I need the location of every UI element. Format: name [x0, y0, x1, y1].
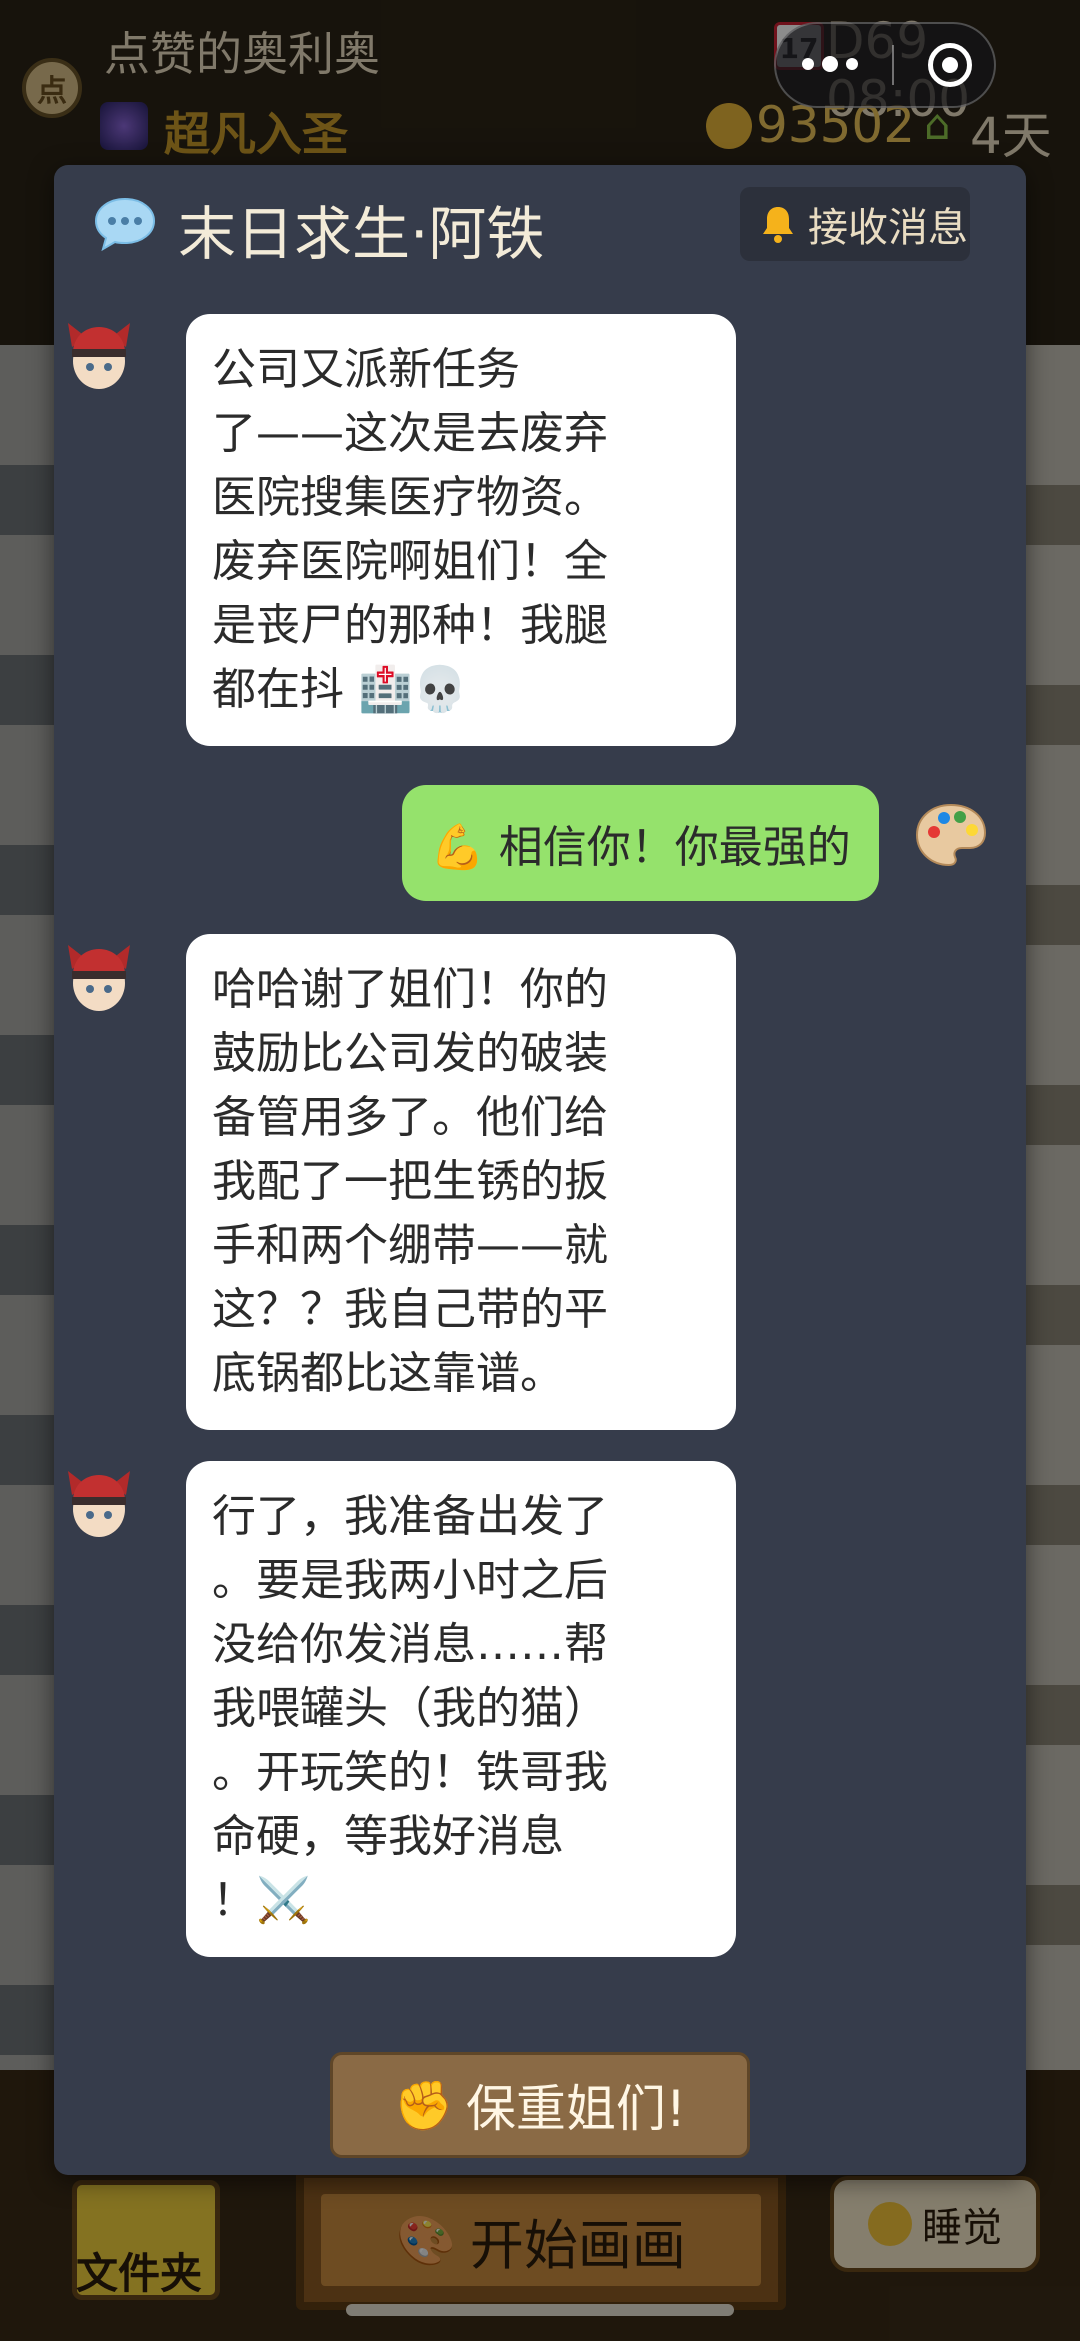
- miniprogram-capsule: [774, 22, 996, 108]
- raised-fist-icon: ✊: [394, 2077, 454, 2134]
- capsule-divider: [892, 45, 894, 85]
- npc-message-bubble: 行了，我准备出发了 。要是我两小时之后 没给你发消息……帮 我喂罐头（我的猫） …: [186, 1461, 736, 1957]
- npc-avatar[interactable]: [64, 317, 134, 395]
- my-message-bubble: 💪 相信你！你最强的: [402, 785, 879, 901]
- npc-message-bubble: 哈哈谢了姐们！你的 鼓励比公司发的破装 备管用多了。他们给 我配了一把生锈的扳 …: [186, 934, 736, 1430]
- close-icon[interactable]: [928, 43, 972, 87]
- more-icon[interactable]: [802, 56, 858, 72]
- npc-message-bubble: 公司又派新任务 了——这次是去废弃 医院搜集医疗物资。 废弃医院啊姐们！全 是丧…: [186, 314, 736, 746]
- palette-avatar-icon[interactable]: [914, 802, 988, 868]
- reply-option-label: 保重姐们!: [465, 2080, 686, 2138]
- message-list[interactable]: 公司又派新任务 了——这次是去废弃 医院搜集医疗物资。 废弃医院啊姐们！全 是丧…: [54, 165, 1026, 2045]
- npc-avatar[interactable]: [64, 1465, 134, 1543]
- npc-avatar[interactable]: [64, 939, 134, 1017]
- chat-dialog: 末日求生·阿铁 接收消息 公司又派新任务 了——这次是去废弃 医院搜集医疗物资。…: [54, 165, 1026, 2175]
- reply-option-button[interactable]: ✊ 保重姐们!: [330, 2052, 750, 2158]
